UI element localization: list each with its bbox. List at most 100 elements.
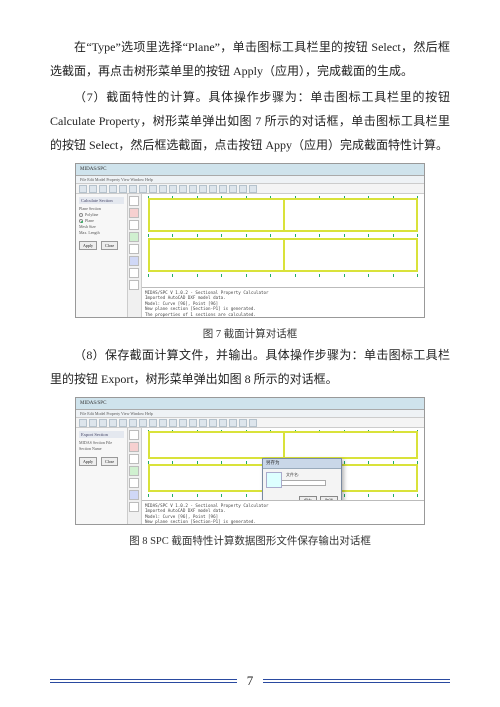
paragraph-3: （8）保存截面计算文件，并输出。具体操作步骤为：单击图标工具栏里的按钮 Expo… [50, 343, 450, 391]
opt-label: Polyline [85, 212, 98, 217]
tool-icon [129, 196, 139, 206]
fig8-log: MIDAS/SPC V 1.0.2 - Sectional Property C… [142, 500, 424, 524]
dialog-title: 另存为 [263, 459, 341, 469]
fig8-panel-title: Export Section [79, 431, 124, 438]
fig7-toolbar [76, 184, 424, 194]
tick-row [148, 274, 418, 277]
fig8-canvas: 另存为 文件名: 保存 取消 MIDAS/SPC V 1.0.2 - Secti… [142, 428, 424, 524]
dialog-body: 文件名: [263, 469, 341, 489]
page-footer: 7 [50, 673, 450, 689]
log-line: The properties of 1 sections are calcula… [145, 312, 421, 317]
fig7-icon-bar [128, 194, 142, 317]
file-icon [266, 472, 282, 488]
toolbar-icon [89, 185, 97, 193]
fig8-screenshot: MIDAS/SPC File Edit Model Property View … [75, 397, 425, 525]
tick-row [148, 234, 418, 237]
toolbar-icon [229, 185, 237, 193]
tool-icon [129, 502, 139, 512]
fig7-panel-title: Calculate Section [79, 197, 124, 204]
toolbar-icon [119, 185, 127, 193]
fig7-body: Calculate Section Plane Section Polyline… [76, 194, 424, 317]
tool-icon [129, 232, 139, 242]
page-number: 7 [247, 673, 254, 689]
toolbar-icon [199, 419, 207, 427]
toolbar-icon [209, 419, 217, 427]
toolbar-icon [229, 419, 237, 427]
toolbar-icon [179, 185, 187, 193]
toolbar-icon [249, 185, 257, 193]
tool-icon [129, 442, 139, 452]
toolbar-icon [169, 185, 177, 193]
toolbar-icon [89, 419, 97, 427]
fig7-group-label: Plane Section [79, 206, 124, 211]
toolbar-icon [139, 185, 147, 193]
tool-icon [129, 208, 139, 218]
toolbar-icon [159, 419, 167, 427]
section-frame [148, 431, 418, 459]
section-frame [148, 238, 418, 272]
fig7-canvas: MIDAS/SPC V 1.0.2 - Sectional Property C… [142, 194, 424, 317]
log-line: New plane section [Section-P1] is genera… [145, 519, 421, 524]
tool-icon [129, 490, 139, 500]
paragraph-2: （7）截面特性的计算。具体操作步骤为：单击图标工具栏里的按钮 Calculate… [50, 85, 450, 157]
toolbar-icon [79, 185, 87, 193]
toolbar-icon [99, 419, 107, 427]
footer-line-right [263, 679, 450, 683]
toolbar-icon [109, 185, 117, 193]
fig7-screenshot: MIDAS/SPC File Edit Model Property View … [75, 163, 425, 318]
tool-icon [129, 256, 139, 266]
toolbar-icon [139, 419, 147, 427]
paragraph-1: 在“Type”选项里选择“Plane”，单击图标工具栏里的按钮 Select，然… [50, 35, 450, 83]
fig7-side-panel: Calculate Section Plane Section Polyline… [76, 194, 128, 317]
fig7-caption: 图 7 截面计算对话框 [50, 326, 450, 341]
fig8-close-button: Close [101, 457, 118, 466]
fig8-caption: 图 8 SPC 截面特性计算数据图形文件保存输出对话框 [50, 533, 450, 548]
radio-icon [79, 219, 83, 223]
tool-icon [129, 466, 139, 476]
toolbar-icon [169, 419, 177, 427]
section-frame [148, 198, 418, 232]
fig8-label-file: MIDAS Section File [79, 440, 124, 445]
fig8-apply-button: Apply [79, 457, 97, 466]
fig7-log: MIDAS/SPC V 1.0.2 - Sectional Property C… [142, 287, 424, 317]
toolbar-icon [159, 185, 167, 193]
radio-icon [79, 213, 83, 217]
tool-icon [129, 454, 139, 464]
fig7-apply-button: Apply [79, 241, 97, 250]
fig7-menu-bar: File Edit Model Property View Window Hel… [76, 176, 424, 184]
tool-icon [129, 280, 139, 290]
toolbar-icon [129, 185, 137, 193]
fig8-menu-bar: File Edit Model Property View Window Hel… [76, 410, 424, 418]
fig8-side-panel: Export Section MIDAS Section File Sectio… [76, 428, 128, 524]
toolbar-icon [239, 419, 247, 427]
toolbar-icon [119, 419, 127, 427]
fig8-label-name: Section Name [79, 446, 124, 451]
toolbar-icon [79, 419, 87, 427]
figure-8: MIDAS/SPC File Edit Model Property View … [50, 397, 450, 548]
fig8-window-title: MIDAS/SPC [76, 398, 424, 410]
figure-7: MIDAS/SPC File Edit Model Property View … [50, 163, 450, 341]
toolbar-icon [129, 419, 137, 427]
toolbar-icon [239, 185, 247, 193]
toolbar-icon [189, 185, 197, 193]
fig8-body: Export Section MIDAS Section File Sectio… [76, 428, 424, 524]
fig7-option-plane: Plane [79, 218, 124, 223]
fig7-group-mesh: Mesh Size [79, 224, 124, 229]
footer-line-left [50, 679, 237, 683]
toolbar-icon [199, 185, 207, 193]
toolbar-icon [99, 185, 107, 193]
fig8-icon-bar [128, 428, 142, 524]
tool-icon [129, 244, 139, 254]
tool-icon [129, 220, 139, 230]
toolbar-icon [219, 419, 227, 427]
fig7-mesh-label: Max. Length [79, 230, 124, 235]
toolbar-icon [219, 185, 227, 193]
opt-label: Plane [85, 218, 94, 223]
toolbar-icon [149, 419, 157, 427]
fig7-option-polyline: Polyline [79, 212, 124, 217]
tool-icon [129, 430, 139, 440]
toolbar-icon [209, 185, 217, 193]
toolbar-icon [149, 185, 157, 193]
toolbar-icon [189, 419, 197, 427]
tool-icon [129, 478, 139, 488]
